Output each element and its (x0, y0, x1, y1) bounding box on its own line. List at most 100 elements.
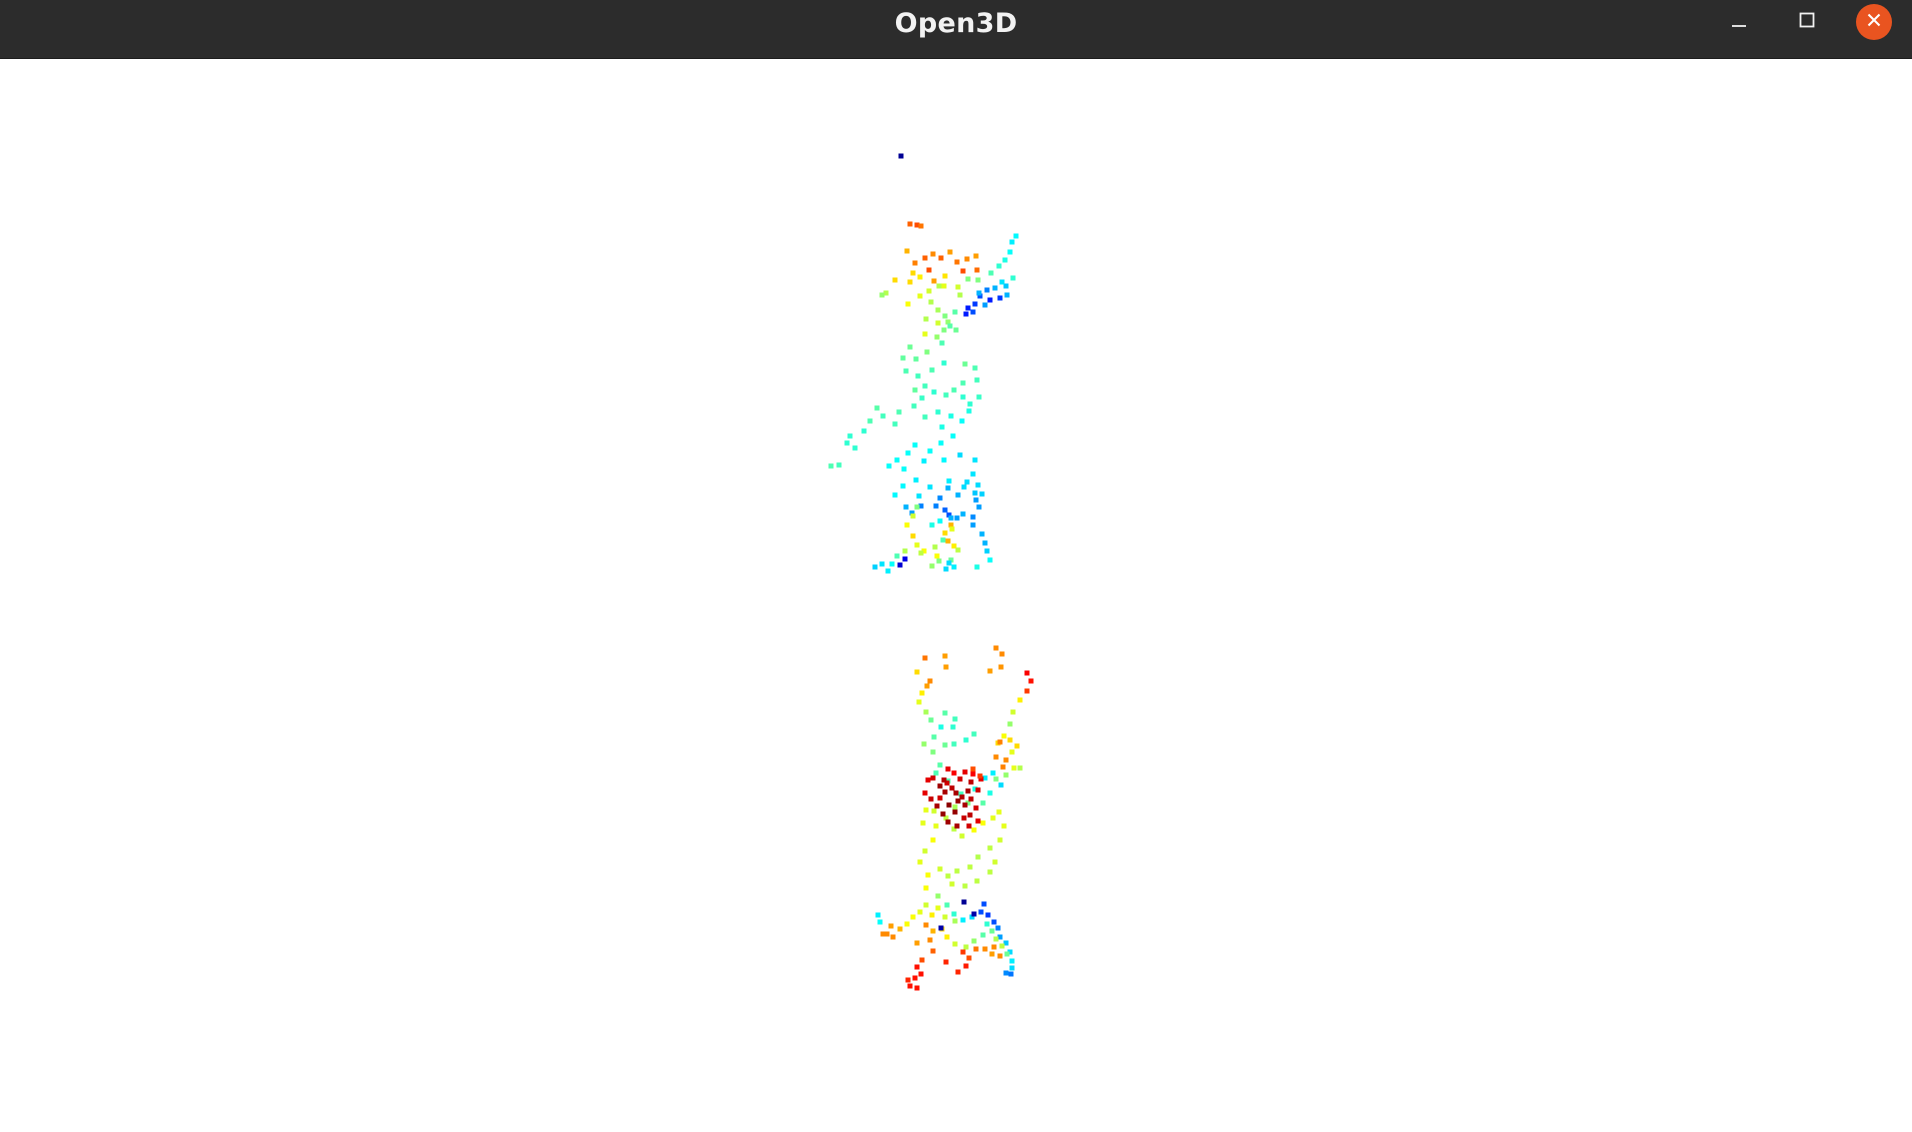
point (965, 305, 971, 311)
point (918, 550, 924, 556)
point (955, 284, 961, 290)
point (912, 260, 918, 266)
point (967, 864, 973, 870)
point (852, 445, 858, 451)
point (950, 724, 956, 730)
point (828, 463, 834, 469)
point (925, 872, 931, 878)
point (953, 790, 959, 796)
point (966, 408, 972, 414)
point (973, 497, 979, 503)
point (914, 542, 920, 548)
point (945, 766, 951, 772)
point (927, 484, 933, 490)
point (930, 775, 936, 781)
point (931, 389, 937, 395)
point (905, 450, 911, 456)
point (970, 471, 976, 477)
point (927, 937, 933, 943)
point (941, 360, 947, 366)
point (987, 845, 993, 851)
point (964, 479, 970, 485)
point (910, 533, 916, 539)
point (965, 788, 971, 794)
point (1009, 749, 1015, 755)
point (992, 285, 998, 291)
point (935, 320, 941, 326)
point (987, 869, 993, 875)
point (971, 731, 977, 737)
maximize-button[interactable] (1789, 4, 1825, 40)
point (922, 383, 928, 389)
point (928, 796, 934, 802)
point (931, 278, 937, 284)
point (928, 717, 934, 723)
point (984, 548, 990, 554)
point (934, 553, 940, 559)
point (941, 283, 947, 289)
point (944, 902, 950, 908)
point (888, 923, 894, 929)
point (902, 548, 908, 554)
point (1024, 670, 1030, 676)
point (962, 361, 968, 367)
point (959, 794, 965, 800)
point-cloud-canvas[interactable] (0, 59, 1912, 1132)
point (877, 919, 883, 925)
point (960, 511, 966, 517)
point (875, 912, 881, 918)
close-icon (1864, 10, 1884, 34)
point (968, 796, 974, 802)
point (884, 931, 890, 937)
point (929, 912, 935, 918)
point (944, 934, 950, 940)
point (907, 983, 913, 989)
point (952, 804, 958, 810)
point (973, 946, 979, 952)
3d-viewport[interactable] (0, 59, 1912, 1132)
point (960, 917, 966, 923)
point (993, 776, 999, 782)
point (879, 292, 885, 298)
minimize-button[interactable] (1721, 4, 1757, 40)
point (939, 340, 945, 346)
point (890, 934, 896, 940)
point (997, 953, 1003, 959)
point (996, 263, 1002, 269)
point (970, 771, 976, 777)
point (939, 424, 945, 430)
point (942, 273, 948, 279)
point (914, 940, 920, 946)
point (988, 270, 994, 276)
point (1013, 233, 1019, 239)
point (953, 327, 959, 333)
point (886, 463, 892, 469)
point (1002, 257, 1008, 263)
close-button[interactable] (1856, 4, 1892, 40)
point (913, 477, 919, 483)
point (925, 777, 931, 783)
point (938, 925, 944, 931)
point (949, 785, 955, 791)
point (916, 493, 922, 499)
point (836, 462, 842, 468)
point (918, 223, 924, 229)
point (933, 503, 939, 509)
point (990, 815, 996, 821)
point (951, 741, 957, 747)
point (905, 977, 911, 983)
point (961, 815, 967, 821)
point (1010, 275, 1016, 281)
point (904, 921, 910, 927)
point (923, 902, 929, 908)
point (975, 818, 981, 824)
point (997, 837, 1003, 843)
point (954, 823, 960, 829)
point (892, 492, 898, 498)
point (913, 356, 919, 362)
title-bar[interactable]: Open3D (0, 0, 1912, 59)
point (872, 564, 878, 570)
point (1017, 765, 1023, 771)
point (1017, 697, 1023, 703)
point (987, 668, 993, 674)
